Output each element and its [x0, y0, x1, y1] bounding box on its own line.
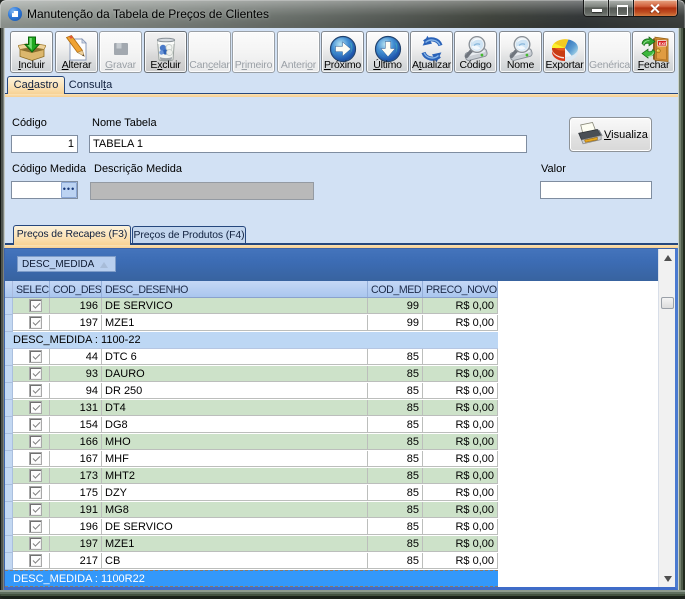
- svg-text:EXIT: EXIT: [658, 42, 667, 46]
